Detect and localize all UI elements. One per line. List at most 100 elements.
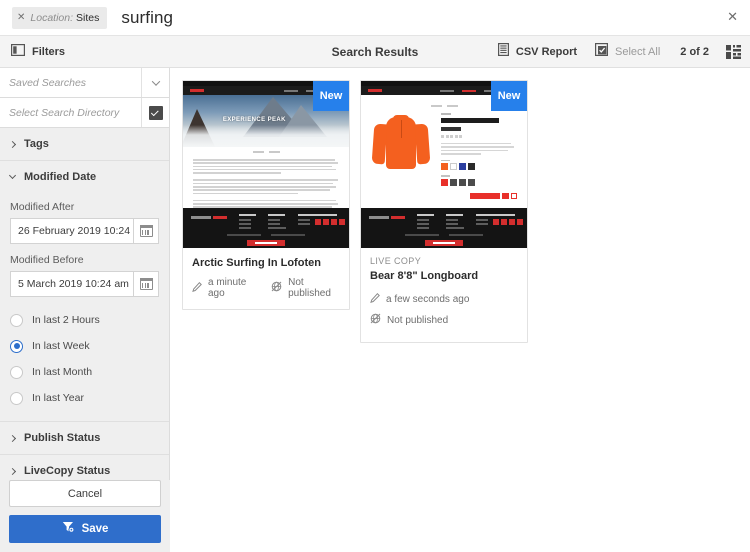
close-icon[interactable]: ✕ (727, 10, 738, 23)
calendar-icon (139, 278, 153, 290)
modified-after-row: 26 February 2019 10:24 am (10, 218, 159, 244)
location-filter-tag[interactable]: ✕ Location: Sites (12, 6, 108, 29)
saved-searches-input[interactable]: Saved Searches (0, 77, 141, 89)
size-swatches (441, 179, 517, 187)
radio-label: In last Week (32, 340, 90, 352)
toolbar-actions: CSV Report Select All 2 of 2 (480, 42, 750, 61)
preview-body-text (183, 156, 349, 215)
chevron-right-icon (8, 434, 17, 442)
modified-after-calendar-button[interactable] (133, 218, 159, 244)
card-publish-text: Not published (387, 314, 449, 326)
card-status-row: a minute ago Not published (192, 277, 340, 299)
section-tags-header[interactable]: Tags (0, 128, 169, 160)
card-modified: a minute ago (192, 277, 257, 299)
radio-in-last-week[interactable]: In last Week (10, 333, 159, 359)
view-switch-button[interactable] (726, 44, 741, 59)
radio-in-last-month[interactable]: In last Month (10, 359, 159, 385)
results-grid: New EXPERIENCE PEAK Arctic Surfing In Lo… (171, 68, 750, 552)
preview-logo (368, 89, 382, 92)
preview-logo (190, 89, 204, 92)
save-label: Save (81, 523, 109, 535)
remove-location-tag-icon[interactable]: ✕ (17, 12, 25, 23)
saved-searches-dropdown-button[interactable] (141, 68, 169, 97)
card-publish-status: Not published (271, 277, 340, 299)
section-livecopy-status-label: LiveCopy Status (24, 465, 111, 477)
location-tag-key: Location: (30, 11, 74, 24)
modified-before-row: 5 March 2019 10:24 am (10, 271, 159, 297)
result-card[interactable]: New EXPERIENCE PEAK Arctic Surfing In Lo… (182, 80, 350, 311)
checkbox-select-icon (595, 42, 609, 61)
chevron-down-icon (151, 76, 160, 86)
card-metadata: LIVE COPY Bear 8'8" Longboard a few seco… (361, 248, 527, 342)
toggle-filters-button[interactable]: Filters (11, 43, 65, 61)
csv-report-button[interactable]: CSV Report (497, 42, 578, 61)
filters-panel-icon (11, 43, 26, 61)
modified-after-input[interactable]: 26 February 2019 10:24 am (10, 218, 133, 244)
radio-label: In last 2 Hours (32, 314, 100, 326)
preview-footer (361, 208, 527, 248)
globe-slash-icon (370, 311, 381, 329)
card-publish-text: Not published (288, 277, 331, 300)
card-modified: a few seconds ago (370, 290, 518, 308)
filters-sidebar: Saved Searches Select Search Directory T… (0, 68, 170, 552)
radio-icon (10, 365, 23, 379)
product-info (441, 113, 517, 200)
select-all-label: Select All (615, 45, 661, 58)
add-to-cart-row (441, 193, 517, 200)
section-modified-date-label: Modified Date (24, 171, 97, 183)
card-livecopy-label: LIVE COPY (370, 256, 422, 266)
section-tags: Tags (0, 128, 169, 161)
search-directory-field[interactable]: Select Search Directory (0, 98, 169, 128)
search-results-app: ✕ Location: Sites surfing ✕ Filters Sear… (0, 0, 750, 552)
preview-breadcrumb (183, 147, 349, 156)
saved-searches-field[interactable]: Saved Searches (0, 68, 169, 98)
section-modified-date-body: Modified After 26 February 2019 10:24 am… (0, 201, 169, 421)
result-count-label: 2 of 2 (680, 45, 709, 58)
chevron-right-icon (8, 140, 17, 148)
search-directory-input[interactable]: Select Search Directory (0, 107, 141, 119)
modified-before-calendar-button[interactable] (133, 271, 159, 297)
search-directory-confirm-button[interactable] (141, 98, 169, 127)
status-badge: New (491, 81, 527, 111)
fleece-jacket-shape (386, 115, 416, 169)
product-image (371, 113, 433, 179)
radio-in-last-year[interactable]: In last Year (10, 385, 159, 411)
card-thumbnail[interactable]: New (361, 81, 527, 248)
search-query-input[interactable]: surfing (121, 8, 173, 28)
card-title: Bear 8'8" Longboard (370, 270, 479, 282)
pencil-icon (370, 290, 380, 308)
radio-in-last-2-hours[interactable]: In last 2 Hours (10, 307, 159, 333)
select-all-button[interactable]: Select All (595, 42, 661, 61)
radio-label: In last Month (32, 366, 93, 378)
preview-cta-button (247, 240, 285, 246)
cloud-overlay (183, 125, 349, 147)
preview-cta-button (425, 240, 463, 246)
section-modified-date-header[interactable]: Modified Date (0, 161, 169, 193)
chevron-right-icon (8, 467, 17, 475)
preview-product-page (361, 95, 527, 216)
preview-social-icons (493, 219, 523, 226)
document-icon (497, 42, 509, 61)
card-status-rows: a few seconds ago Not published (370, 290, 518, 329)
radio-icon (10, 313, 23, 327)
section-publish-status-label: Publish Status (24, 432, 101, 444)
card-thumbnail[interactable]: New EXPERIENCE PEAK (183, 81, 349, 248)
section-publish-status-header[interactable]: Publish Status (0, 422, 169, 454)
chevron-down-icon (8, 171, 17, 180)
top-search-bar: ✕ Location: Sites surfing ✕ (0, 0, 750, 36)
csv-report-label: CSV Report (515, 45, 578, 58)
save-button[interactable]: Save (9, 515, 161, 543)
globe-slash-icon (271, 279, 282, 297)
location-tag-value: Sites (76, 11, 100, 24)
preview-footer (183, 208, 349, 248)
card-modified-text: a minute ago (208, 277, 247, 300)
cancel-button[interactable]: Cancel (9, 480, 161, 507)
preview-social-icons (315, 219, 345, 226)
filters-label: Filters (32, 45, 66, 58)
color-swatches (441, 163, 517, 171)
result-card[interactable]: New LIVE COPY Bear 8'8" Longboard a few … (360, 80, 528, 344)
card-publish-status: Not published (370, 311, 518, 329)
radio-icon-selected (10, 339, 23, 353)
modified-before-input[interactable]: 5 March 2019 10:24 am (10, 271, 133, 297)
results-toolbar: Filters Search Results CSV Report Select… (0, 36, 750, 68)
